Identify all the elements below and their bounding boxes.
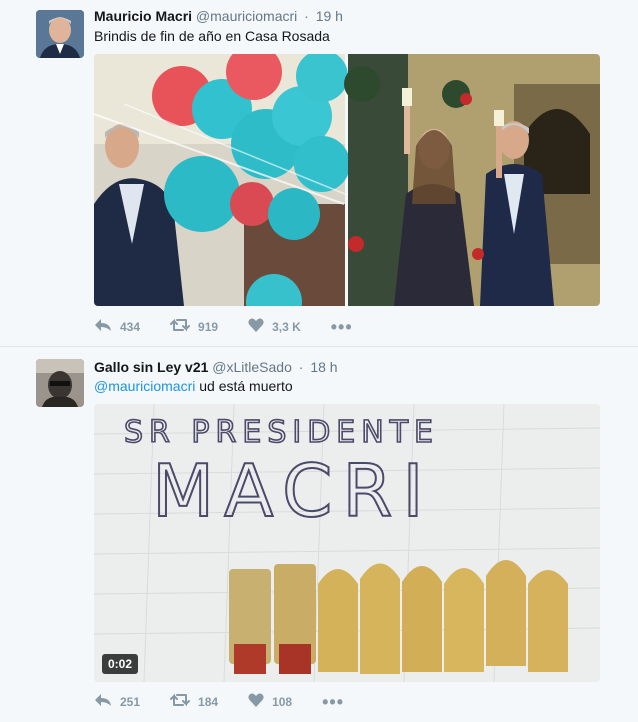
- timestamp[interactable]: 18 h: [310, 359, 337, 375]
- user-handle[interactable]: @xLitleSado: [212, 359, 292, 375]
- tweet-photos[interactable]: [94, 54, 600, 306]
- retweet-icon: [170, 693, 198, 710]
- retweet-icon: [170, 318, 198, 335]
- bullets: [229, 560, 568, 674]
- like-count: 108: [272, 694, 293, 709]
- separator-dot: ·: [298, 359, 304, 375]
- tweet-body: ud está muerto: [195, 378, 293, 394]
- more-icon[interactable]: •••: [331, 318, 353, 336]
- tweet-header: Mauricio Macri @mauriciomacri · 19 h: [94, 8, 343, 24]
- reply-button[interactable]: 251: [94, 693, 140, 710]
- retweet-button[interactable]: 919: [170, 318, 218, 335]
- reply-count: 251: [120, 694, 141, 709]
- user-name[interactable]: Mauricio Macri: [94, 8, 192, 24]
- mention-link[interactable]: @mauriciomacri: [94, 378, 195, 394]
- handwriting-line1: SR PRESIDENTE: [124, 415, 439, 450]
- reply-button[interactable]: 434: [94, 318, 140, 335]
- tweet-text: @mauriciomacri ud está muerto: [94, 378, 293, 394]
- retweet-count: 919: [198, 319, 219, 334]
- tweet[interactable]: Mauricio Macri @mauriciomacri · 19 h Bri…: [0, 0, 638, 346]
- tweet[interactable]: Gallo sin Ley v21 @xLitleSado · 18 h @ma…: [0, 347, 638, 722]
- user-handle[interactable]: @mauriciomacri: [196, 8, 297, 24]
- reply-icon: [94, 318, 120, 335]
- photo-toast[interactable]: [344, 54, 600, 306]
- heart-icon: [248, 693, 272, 710]
- tweet-actions: 434 919 3,3 K •••: [94, 318, 353, 336]
- video-duration-badge: 0:02: [102, 654, 139, 674]
- separator-dot: ·: [304, 8, 309, 24]
- reply-icon: [94, 693, 120, 710]
- timestamp[interactable]: 19 h: [316, 8, 343, 24]
- photo-balloons[interactable]: [94, 54, 350, 306]
- heart-icon: [248, 318, 272, 335]
- handwriting-line2: MACRI: [152, 449, 434, 533]
- reply-count: 434: [120, 319, 141, 334]
- avatar[interactable]: [36, 359, 84, 407]
- retweet-count: 184: [198, 694, 219, 709]
- avatar[interactable]: [36, 10, 84, 58]
- more-icon[interactable]: •••: [322, 693, 344, 711]
- tweet-actions: 251 184 108 •••: [94, 693, 344, 711]
- like-button[interactable]: 3,3 K: [248, 318, 301, 335]
- tweet-video[interactable]: SR PRESIDENTE MACRI 0:02: [94, 404, 600, 682]
- user-name[interactable]: Gallo sin Ley v21: [94, 359, 208, 375]
- tweet-header: Gallo sin Ley v21 @xLitleSado · 18 h: [94, 359, 338, 375]
- like-button[interactable]: 108: [248, 693, 292, 710]
- retweet-button[interactable]: 184: [170, 693, 218, 710]
- tweet-text: Brindis de fin de año en Casa Rosada: [94, 28, 330, 44]
- like-count: 3,3 K: [272, 319, 301, 334]
